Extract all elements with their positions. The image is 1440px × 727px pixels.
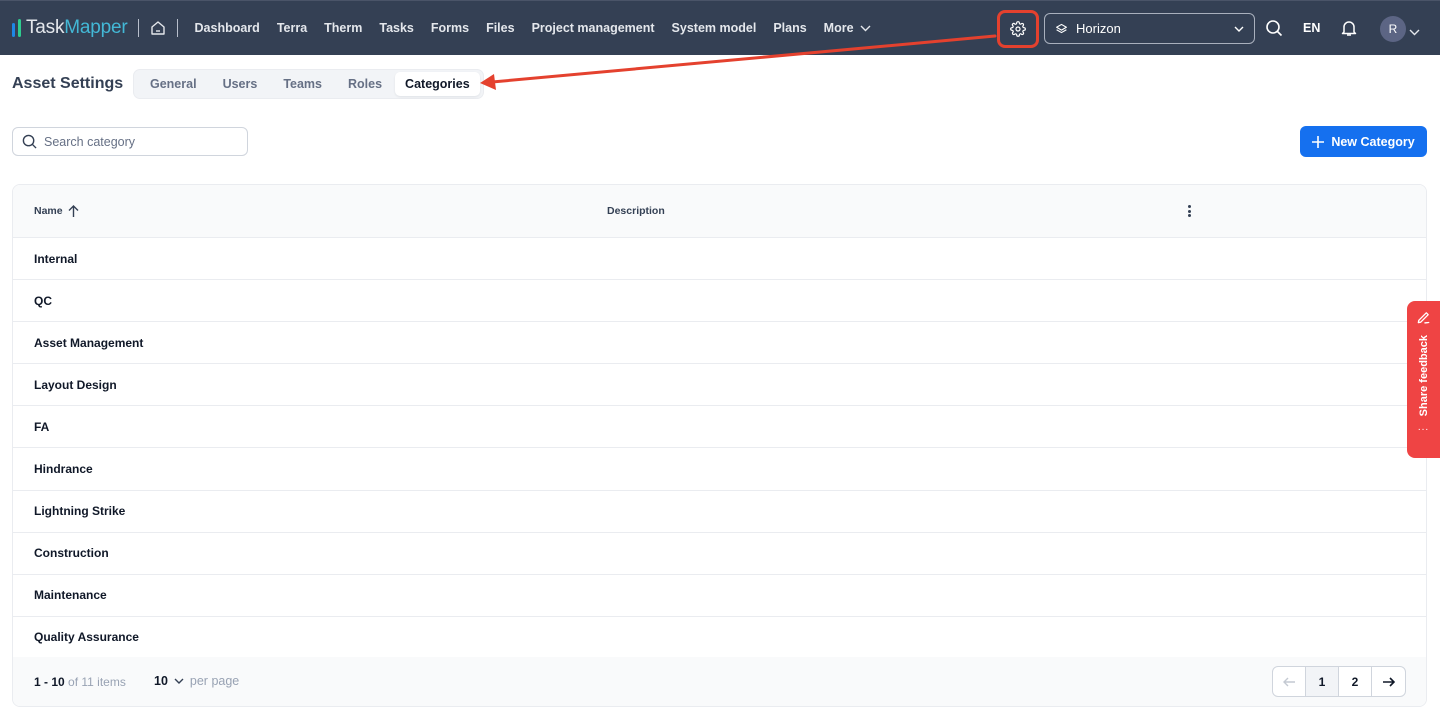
previous-page-button[interactable] <box>1273 667 1306 696</box>
app-logo[interactable]: TaskMapper <box>12 1 128 56</box>
pagination-range: 1 - 10 of 11 items <box>34 675 126 689</box>
category-name: Maintenance <box>34 588 107 603</box>
categories-table: Name Description Internal QC Asset Manag… <box>12 184 1427 707</box>
divider <box>137 19 139 37</box>
category-name: Internal <box>34 251 78 266</box>
table-header: Name Description <box>13 185 1426 238</box>
chevron-down-icon <box>860 25 871 31</box>
table-row[interactable]: QC <box>13 280 1426 323</box>
category-name: Layout Design <box>34 377 117 392</box>
home-icon[interactable] <box>149 19 167 37</box>
column-options-icon[interactable] <box>1183 203 1195 219</box>
category-name: QC <box>34 293 52 308</box>
column-header-description[interactable]: Description <box>607 205 665 217</box>
logo-text-task: Task <box>26 17 65 38</box>
page-title: Asset Settings <box>12 75 124 92</box>
bell-icon <box>1341 21 1357 36</box>
share-feedback-tab[interactable]: Share feedback ... <box>1407 301 1440 458</box>
settings-button[interactable] <box>997 10 1039 48</box>
nav-item-files[interactable]: Files <box>486 21 515 35</box>
gear-icon <box>1010 21 1026 37</box>
per-page-value: 10 <box>154 674 168 688</box>
tab-general[interactable]: General <box>137 72 210 96</box>
nav-item-plans[interactable]: Plans <box>773 21 806 35</box>
new-category-button[interactable]: New Category <box>1300 126 1427 157</box>
global-search-button[interactable] <box>1265 19 1283 42</box>
category-name: Lightning Strike <box>34 504 126 519</box>
language-selector[interactable]: EN <box>1303 21 1320 35</box>
table-row[interactable]: Lightning Strike <box>13 491 1426 533</box>
nav-item-forms[interactable]: Forms <box>431 21 469 35</box>
per-page-label: per page <box>189 674 240 688</box>
tab-roles[interactable]: Roles <box>335 72 395 96</box>
nav-more-label: More <box>823 21 854 35</box>
chevron-down-icon <box>174 678 184 684</box>
chevron-down-icon <box>1409 29 1420 36</box>
category-name: Asset Management <box>34 335 144 350</box>
table-row[interactable]: Asset Management <box>13 322 1426 365</box>
sort-ascending-icon <box>68 205 79 217</box>
top-navigation-bar: TaskMapper Dashboard Terra Therm Tasks F… <box>0 0 1440 55</box>
share-feedback-label: Share feedback <box>1417 335 1430 417</box>
category-name: Hindrance <box>34 462 93 477</box>
nav-item-more[interactable]: More <box>824 21 871 35</box>
table-row[interactable]: FA <box>13 406 1426 449</box>
next-page-button[interactable] <box>1372 667 1405 696</box>
new-category-label: New Category <box>1331 134 1415 149</box>
table-row[interactable]: Quality Assurance <box>13 617 1426 659</box>
pagination: 1 2 <box>1272 666 1406 697</box>
table-row[interactable]: Internal <box>13 238 1426 281</box>
search-icon <box>1266 20 1283 37</box>
category-name: Quality Assurance <box>34 630 139 645</box>
divider <box>176 19 178 37</box>
tab-categories[interactable]: Categories <box>395 72 480 96</box>
main-nav: Dashboard Terra Therm Tasks Forms Files … <box>195 21 888 35</box>
logo-mark-icon <box>12 19 21 37</box>
search-category-field <box>12 127 248 156</box>
category-name: FA <box>34 419 50 434</box>
category-name: Construction <box>34 546 109 561</box>
avatar-initial: R <box>1388 22 1398 36</box>
plus-icon <box>1312 135 1325 148</box>
nav-item-tasks[interactable]: Tasks <box>379 21 414 35</box>
settings-tabs: General Users Teams Roles Categories <box>133 69 484 99</box>
table-row[interactable]: Hindrance <box>13 448 1426 491</box>
user-menu-toggle[interactable] <box>1409 23 1420 41</box>
nav-item-terra[interactable]: Terra <box>277 21 307 35</box>
column-header-name[interactable]: Name <box>34 205 79 217</box>
arrow-left-icon <box>1283 677 1295 686</box>
project-select[interactable]: Horizon <box>1044 13 1255 44</box>
user-avatar[interactable]: R <box>1380 16 1406 42</box>
nav-item-project-management[interactable]: Project management <box>532 21 655 35</box>
nav-item-therm[interactable]: Therm <box>324 21 362 35</box>
project-select-value: Horizon <box>1076 21 1121 36</box>
table-row[interactable]: Layout Design <box>13 364 1426 407</box>
page-button-2[interactable]: 2 <box>1339 667 1372 696</box>
nav-item-dashboard[interactable]: Dashboard <box>195 21 260 35</box>
layers-icon <box>1056 23 1067 34</box>
table-row[interactable]: Maintenance <box>13 575 1426 617</box>
logo-text-mapper: Mapper <box>64 17 128 38</box>
search-category-input[interactable] <box>44 134 234 149</box>
arrow-right-icon <box>1382 676 1395 687</box>
tab-teams[interactable]: Teams <box>270 72 335 96</box>
more-icon: ... <box>1417 422 1430 434</box>
table-row[interactable]: Construction <box>13 533 1426 575</box>
pencil-icon <box>1417 312 1430 324</box>
notifications-button[interactable] <box>1340 19 1358 42</box>
nav-item-system-model[interactable]: System model <box>672 21 757 35</box>
search-icon <box>22 134 37 149</box>
table-footer: 1 - 10 of 11 items 10 per page 1 2 <box>13 657 1426 706</box>
tab-users[interactable]: Users <box>210 72 271 96</box>
page-button-1[interactable]: 1 <box>1306 667 1339 696</box>
chevron-down-icon <box>1234 26 1244 32</box>
per-page-selector[interactable]: 10 per page <box>154 674 239 688</box>
